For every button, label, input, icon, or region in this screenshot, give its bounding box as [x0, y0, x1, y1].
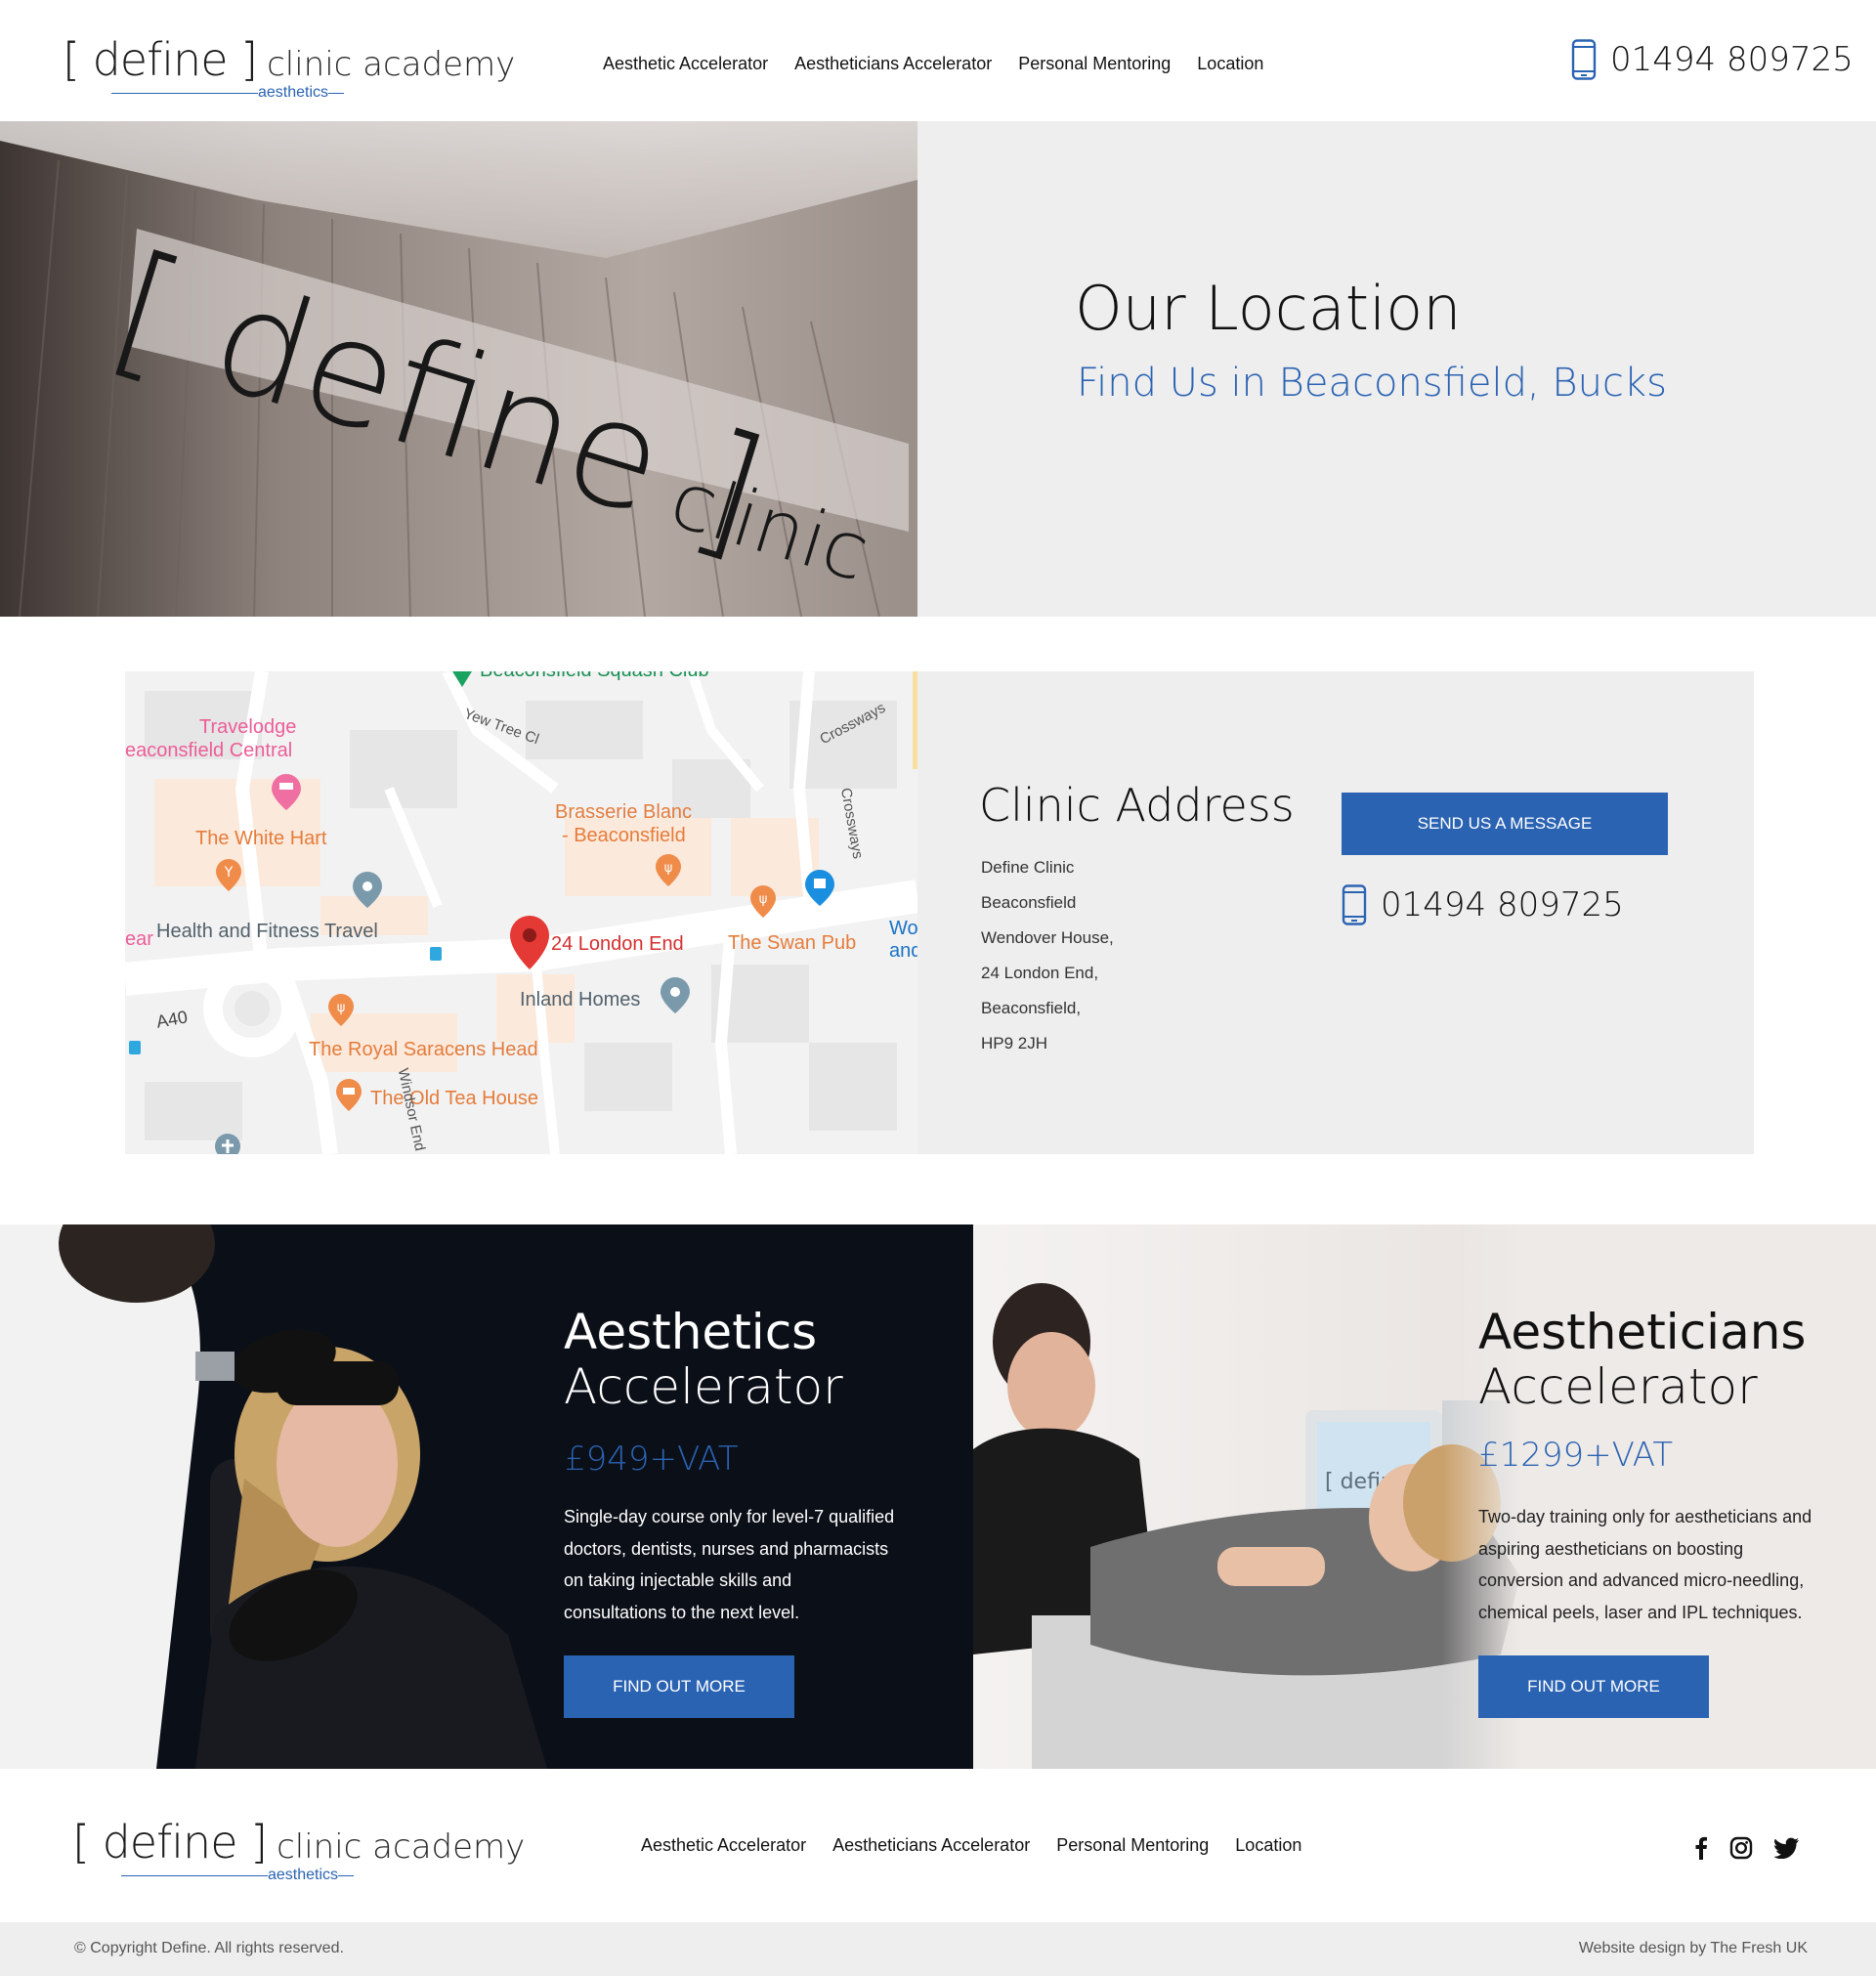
map-label-health-fitness: Health and Fitness Travel	[156, 921, 378, 942]
map-label-and: and	[889, 940, 917, 962]
nav-location[interactable]: Location	[1197, 54, 1263, 74]
course-title: Aestheticians Accelerator	[1478, 1305, 1806, 1414]
map-label-white-hart: The White Hart	[195, 828, 327, 849]
course-title-line2: Accelerator	[1478, 1358, 1758, 1415]
logo-tag-text: aesthetics	[268, 1867, 339, 1883]
logo-sub-text: clinic academy	[277, 1827, 526, 1867]
copyright-text: © Copyright Define. All rights reserved.	[74, 1940, 344, 1956]
find-out-more-button[interactable]: FIND OUT MORE	[1478, 1655, 1709, 1718]
clinic-sign-illustration: [ define ] clinic	[0, 121, 917, 617]
nav-aestheticians-accelerator[interactable]: Aestheticians Accelerator	[794, 54, 992, 74]
footer-nav-location[interactable]: Location	[1235, 1835, 1301, 1856]
smartphone-icon	[1342, 884, 1367, 925]
course-description: Single-day course only for level-7 quali…	[564, 1507, 895, 1622]
bus-stop-icon	[129, 1041, 141, 1054]
logo-tagline: aesthetics	[121, 1867, 525, 1884]
map-label-royal-saracens: The Royal Saracens Head	[309, 1039, 538, 1060]
map-label-travelodge-2: eaconsfield Central	[125, 740, 293, 761]
map-label-brasserie: Brasserie Blanc	[555, 801, 693, 823]
footer-logo[interactable]: [ define ] clinic academy aesthetics	[72, 1816, 525, 1884]
twitter-icon[interactable]	[1773, 1837, 1800, 1864]
facebook-icon[interactable]	[1694, 1836, 1708, 1865]
address-line: 24 London End,	[981, 964, 1099, 982]
footer-nav-personal-mentoring[interactable]: Personal Mentoring	[1056, 1835, 1209, 1856]
copyright-bar: © Copyright Define. All rights reserved.…	[0, 1922, 1876, 1976]
header-phone[interactable]: 01494 809725	[1571, 39, 1854, 80]
header-phone-number: 01494 809725	[1610, 40, 1854, 79]
smartphone-icon	[1571, 39, 1597, 80]
svg-text:ψ: ψ	[759, 892, 768, 907]
course-title: Aesthetics Accelerator	[564, 1305, 843, 1414]
logo-main-text: [ define ]	[63, 33, 258, 86]
location-map[interactable]: Y ψ ψ ψ Travelodge eaconsfield Central T…	[125, 671, 917, 1154]
logo-tag-line-left	[121, 1874, 268, 1876]
map-label-squash-club: Beaconsfield Squash Club	[480, 671, 709, 682]
send-message-button[interactable]: SEND US A MESSAGE	[1342, 793, 1668, 855]
address-line: Define Clinic	[981, 858, 1075, 877]
design-credit-link[interactable]: Website design by The Fresh UK	[1579, 1940, 1808, 1957]
address-phone-number: 01494 809725	[1381, 885, 1624, 924]
course-aestheticians-accelerator: [ define ] clinic Aestheticians Accelera…	[973, 1224, 1876, 1769]
map-label-brasserie-2: - Beaconsfield	[562, 825, 686, 846]
logo-tag-text: aesthetics	[258, 84, 329, 101]
course-aesthetics-accelerator: Aesthetics Accelerator £949+VAT Single-d…	[0, 1224, 973, 1769]
course-price: £949+VAT	[565, 1439, 739, 1479]
logo-sub-text: clinic academy	[267, 45, 516, 84]
logo-tag-line-left	[111, 92, 258, 94]
course-title-line1: Aesthetics	[564, 1304, 818, 1360]
address-phone[interactable]: 01494 809725	[1342, 884, 1624, 925]
logo-main-text: [ define ]	[72, 1816, 268, 1869]
nav-personal-mentoring[interactable]: Personal Mentoring	[1018, 54, 1171, 74]
map-label-travelodge: Travelodge	[199, 716, 297, 738]
clinic-sign-photo: [ define ] clinic	[0, 121, 917, 617]
map-pin-label: 24 London End	[551, 933, 684, 955]
site-footer: [ define ] clinic academy aesthetics Aes…	[0, 1769, 1876, 1922]
address-line: Beaconsfield,	[981, 999, 1082, 1017]
course-description: Two-day training only for aestheticians …	[1478, 1507, 1812, 1622]
logo-tag-line-right	[328, 92, 345, 94]
course-title-line1: Aestheticians	[1478, 1304, 1807, 1360]
map-label-old-tea-house: The Old Tea House	[370, 1088, 538, 1109]
svg-text:ψ: ψ	[337, 1001, 346, 1015]
address-line: Wendover House,	[981, 928, 1114, 947]
instagram-icon[interactable]	[1729, 1836, 1753, 1865]
hero-section: [ define ] clinic Our Location Find Us i…	[0, 121, 1876, 617]
social-links	[1694, 1836, 1800, 1865]
page-subtitle: Find Us in Beaconsfield, Bucks	[1077, 361, 1667, 406]
map-label-swan-pub: The Swan Pub	[728, 932, 857, 954]
page-title: Our Location	[1075, 273, 1462, 344]
site-logo[interactable]: [ define ] clinic academy aesthetics	[63, 33, 515, 102]
clinic-address-lines: Define Clinic Beaconsfield Wendover Hous…	[981, 850, 1114, 1061]
map-label-inland-homes: Inland Homes	[520, 989, 641, 1010]
logo-wordmark: [ define ] clinic academy	[72, 1816, 525, 1869]
nav-aesthetic-accelerator[interactable]: Aesthetic Accelerator	[603, 54, 768, 74]
footer-nav: Aesthetic Accelerator Aestheticians Acce…	[641, 1835, 1328, 1856]
footer-nav-aestheticians-accelerator[interactable]: Aestheticians Accelerator	[832, 1835, 1030, 1856]
find-out-more-button[interactable]: FIND OUT MORE	[564, 1655, 794, 1718]
footer-nav-aesthetic-accelerator[interactable]: Aesthetic Accelerator	[641, 1835, 806, 1856]
main-nav: Aesthetic Accelerator Aestheticians Acce…	[603, 54, 1290, 74]
map-label-wo: Wo	[889, 918, 917, 939]
site-header: [ define ] clinic academy aesthetics Aes…	[0, 0, 1876, 121]
logo-tagline: aesthetics	[111, 84, 515, 102]
logo-wordmark: [ define ] clinic academy	[63, 33, 515, 86]
svg-text:Y: Y	[224, 865, 234, 881]
course-title-line2: Accelerator	[564, 1358, 843, 1415]
course-photo-injectables	[0, 1224, 547, 1769]
bus-stop-icon	[430, 947, 442, 961]
clinic-address-title: Clinic Address	[979, 779, 1295, 832]
logo-tag-line-right	[338, 1874, 355, 1876]
svg-text:ψ: ψ	[664, 861, 673, 876]
course-price: £1299+VAT	[1478, 1436, 1674, 1475]
address-line: Beaconsfield	[981, 893, 1077, 912]
clinic-address-section: Y ψ ψ ψ Travelodge eaconsfield Central T…	[125, 671, 1754, 1154]
map-label-ear: ear	[125, 928, 153, 950]
address-line: HP9 2JH	[981, 1034, 1048, 1052]
course-photo-laser: [ define ] clinic	[973, 1224, 1520, 1769]
